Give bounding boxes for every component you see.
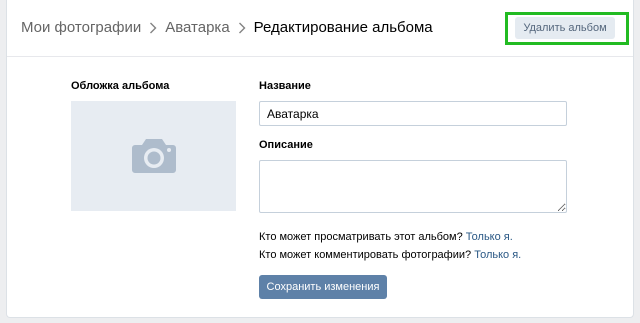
album-name-input[interactable] (259, 101, 567, 126)
view-privacy-question: Кто может просматривать этот альбом? (259, 231, 463, 243)
album-description-input[interactable] (259, 160, 567, 213)
breadcrumb-album[interactable]: Аватарка (165, 19, 229, 36)
breadcrumb: Мои фотографии Аватарка Редактирование а… (21, 19, 433, 36)
name-label: Название (259, 80, 311, 92)
comment-privacy-link[interactable]: Только я. (474, 249, 521, 261)
page-title: Редактирование альбома (253, 19, 433, 36)
album-cover[interactable] (71, 101, 236, 211)
album-edit-card: Мои фотографии Аватарка Редактирование а… (6, 0, 634, 318)
comment-privacy-question: Кто может комментировать фотографии? (259, 249, 472, 261)
save-changes-button[interactable]: Сохранить изменения (259, 275, 387, 299)
cover-label: Обложка альбома (71, 80, 170, 92)
breadcrumb-my-photos[interactable]: Мои фотографии (21, 19, 141, 36)
chevron-right-icon (143, 22, 163, 34)
camera-icon (131, 139, 176, 173)
page-header: Мои фотографии Аватарка Редактирование а… (7, 0, 633, 57)
view-privacy-link[interactable]: Только я. (466, 231, 513, 243)
view-privacy-row: Кто может просматривать этот альбом? Тол… (259, 231, 513, 243)
description-label: Описание (259, 139, 313, 151)
chevron-right-icon (232, 22, 252, 34)
comment-privacy-row: Кто может комментировать фотографии? Тол… (259, 249, 521, 261)
delete-album-button[interactable]: Удалить альбом (515, 17, 615, 39)
